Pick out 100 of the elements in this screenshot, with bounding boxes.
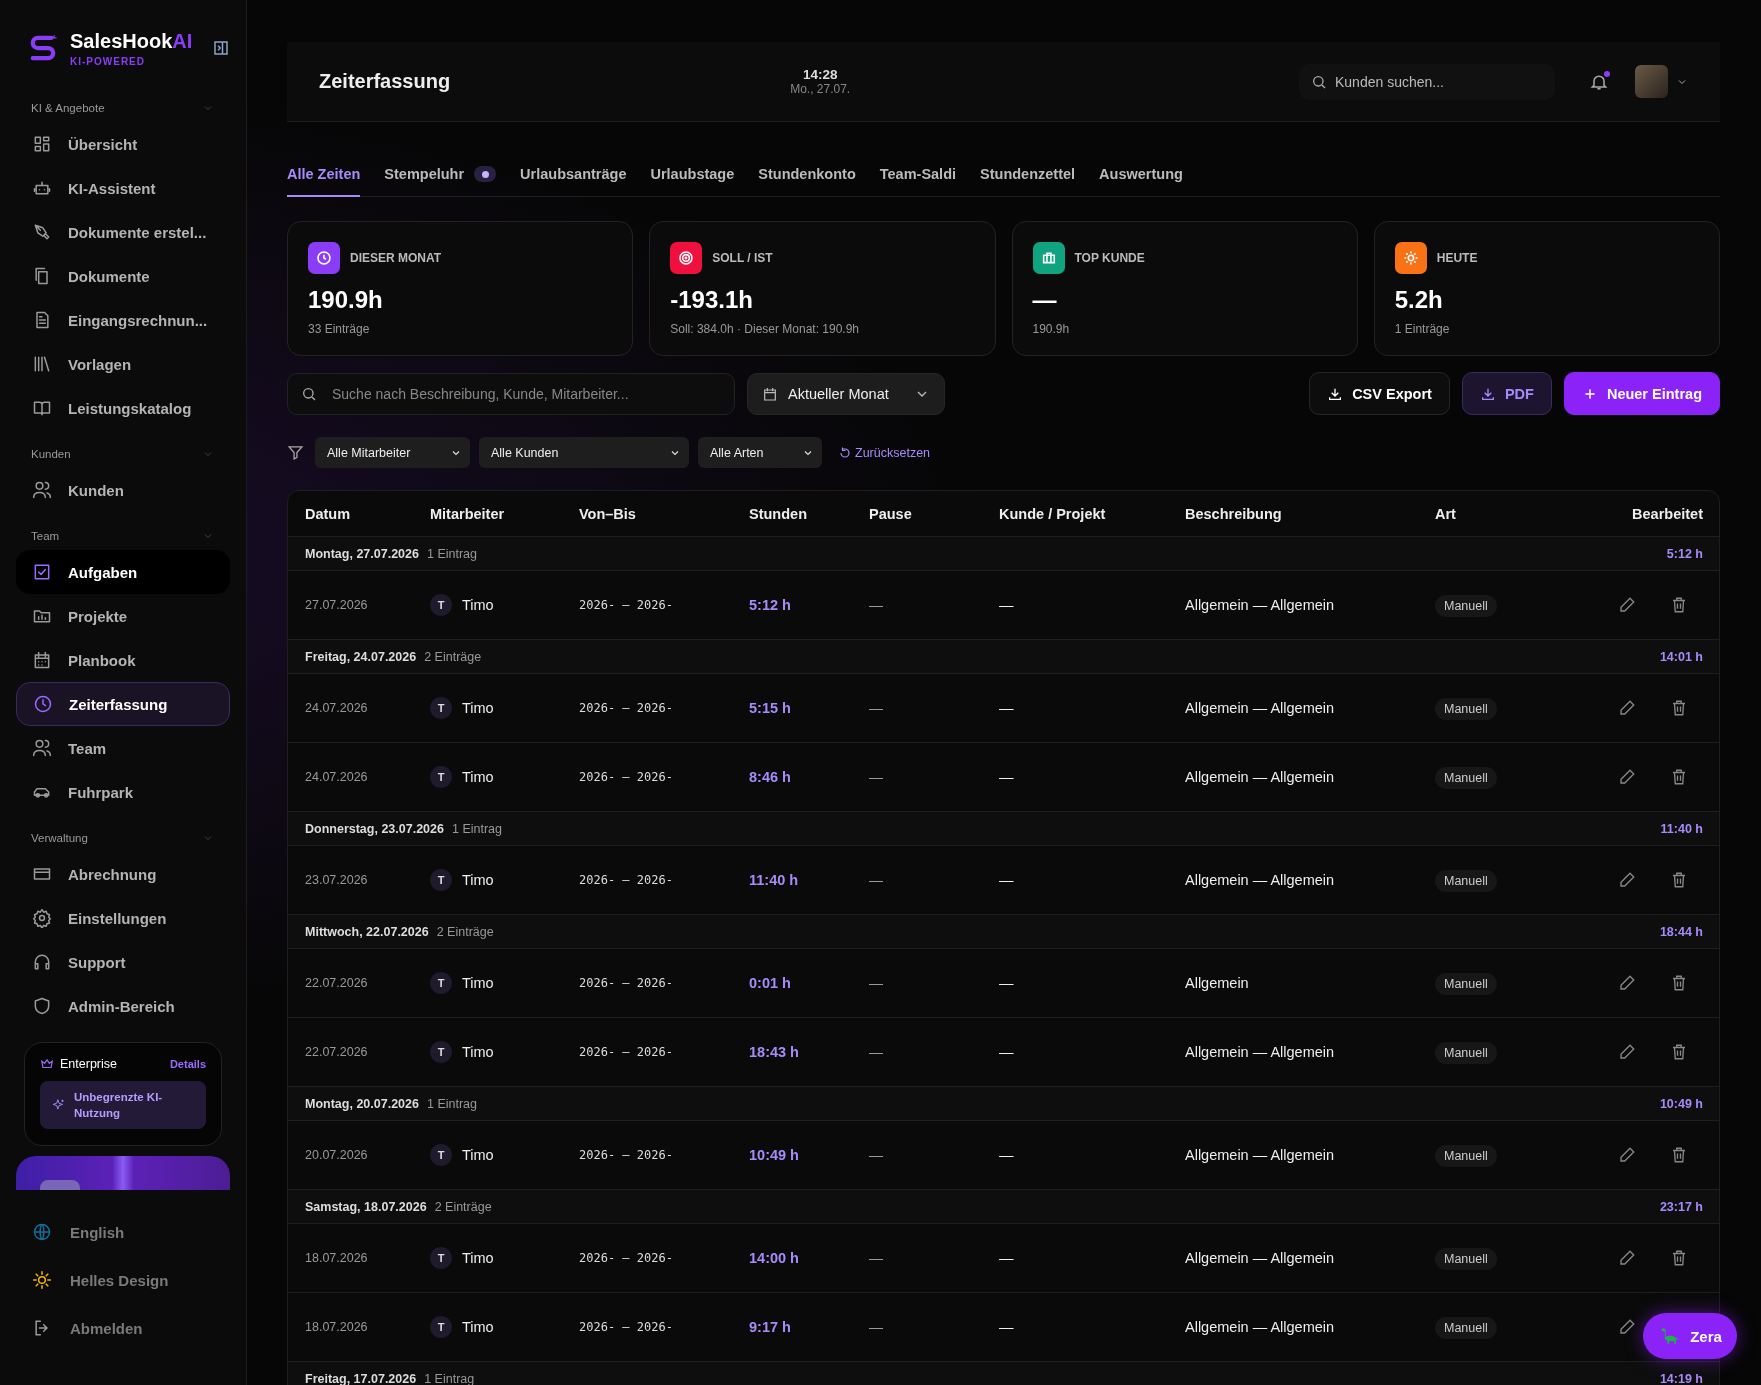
- nav-item[interactable]: Projekte: [16, 594, 230, 638]
- action-button[interactable]: CSV Export: [1309, 372, 1450, 415]
- edit-icon[interactable]: [1618, 768, 1636, 786]
- avatar-initial: T: [430, 697, 452, 719]
- crown-icon: [40, 1057, 54, 1071]
- edit-icon[interactable]: [1618, 871, 1636, 889]
- employee-name: Timo: [462, 975, 494, 991]
- delete-icon[interactable]: [1670, 974, 1688, 992]
- users-icon: [32, 738, 52, 758]
- day-total: 14:01 h: [1659, 649, 1703, 664]
- pen-nib-icon: [32, 222, 52, 242]
- action-button[interactable]: PDF: [1461, 372, 1552, 415]
- edit-icon[interactable]: [1618, 974, 1636, 992]
- nav-item[interactable]: Dokumente erstel...: [16, 210, 230, 254]
- tab[interactable]: Stundenkonto: [758, 156, 856, 197]
- headphones-icon: [32, 952, 52, 972]
- search-icon: [1311, 73, 1327, 90]
- nav-item[interactable]: Leistungskatalog: [16, 386, 230, 430]
- details-link[interactable]: Details: [169, 1058, 206, 1070]
- delete-icon[interactable]: [1670, 768, 1688, 786]
- nav-item[interactable]: Aufgaben: [16, 550, 230, 594]
- edit-icon[interactable]: [1618, 1043, 1636, 1061]
- nav-item[interactable]: Kunden: [16, 468, 230, 512]
- table-cell-text: —: [999, 597, 1015, 613]
- reset-link[interactable]: Zurücksetzen: [839, 445, 931, 460]
- calendar-icon: [762, 385, 778, 402]
- entry-count: 2 Einträge: [434, 1199, 492, 1214]
- search-field[interactable]: Suche nach Beschreibung, Kunde, Mitarbeiter...: [287, 372, 735, 415]
- clock-icon: [33, 694, 53, 714]
- delete-icon[interactable]: [1670, 1043, 1688, 1061]
- filter-dropdown[interactable]: Alle Kunden: [479, 437, 689, 468]
- footer-item[interactable]: English: [16, 1208, 230, 1257]
- avatar-initial: T: [430, 1316, 452, 1338]
- nav-item[interactable]: Support: [16, 940, 230, 984]
- reset-icon: [839, 446, 851, 459]
- period-dropdown[interactable]: Aktueller Monat: [747, 372, 945, 415]
- nav-item[interactable]: KI-Assistent: [16, 166, 230, 210]
- feature-text: Unbegrenzte KI-Nutzung: [74, 1090, 164, 1122]
- sun-icon: [32, 1270, 52, 1291]
- nav-item[interactable]: Dokumente: [16, 254, 230, 298]
- type-tag: Manuell: [1435, 973, 1497, 995]
- filter-dropdown[interactable]: Alle Arten: [698, 437, 822, 468]
- delete-icon[interactable]: [1670, 1146, 1688, 1164]
- assistant-button[interactable]: Zera: [1643, 1313, 1737, 1359]
- plan-name: Enterprise: [60, 1057, 118, 1071]
- nav-item[interactable]: Eingangsrechnun...: [16, 298, 230, 342]
- tab[interactable]: Auswertung: [1099, 156, 1183, 197]
- brand-tagline: KI-POWERED: [70, 55, 146, 67]
- table-cell-text: —: [999, 700, 1015, 716]
- tab[interactable]: Urlaubsanträge: [520, 156, 627, 197]
- delete-icon[interactable]: [1670, 871, 1688, 889]
- footer-item[interactable]: Helles Design: [16, 1256, 230, 1305]
- delete-icon[interactable]: [1670, 1249, 1688, 1267]
- nav-item[interactable]: Team: [16, 726, 230, 770]
- section-title: KI & Angebote: [31, 102, 105, 114]
- hours-cell-text: 5:15 h: [749, 700, 792, 716]
- stat-caption: 33 Einträge: [308, 322, 371, 336]
- day-label: Donnerstag, 23.07.2026: [305, 821, 444, 836]
- delete-icon[interactable]: [1670, 699, 1688, 717]
- footer-item[interactable]: Abmelden: [16, 1304, 230, 1353]
- hours-cell-text: 0:01 h: [749, 975, 792, 991]
- table-cell-text: 2026- – 2026-: [579, 1320, 674, 1334]
- action-button[interactable]: Neuer Eintrag: [1563, 372, 1720, 415]
- nav-item[interactable]: Übersicht: [16, 122, 230, 166]
- sidebar-toggle-icon[interactable]: [212, 39, 230, 57]
- edit-icon[interactable]: [1618, 1146, 1636, 1164]
- nav-item[interactable]: Abrechnung: [16, 852, 230, 896]
- avatar-photo-placeholder[interactable]: [1635, 65, 1668, 98]
- type-tag: Manuell: [1435, 1042, 1497, 1064]
- nav-item[interactable]: Planbook: [16, 638, 230, 682]
- edit-icon[interactable]: [1618, 699, 1636, 717]
- tab[interactable]: Stundenzettel: [980, 156, 1076, 197]
- table-cell-text: Allgemein — Allgemein: [1185, 700, 1336, 716]
- table-cell-text: 2026- – 2026-: [579, 770, 674, 784]
- day-total: 23:17 h: [1659, 1199, 1703, 1214]
- delete-icon[interactable]: [1670, 596, 1688, 614]
- stat-caption: 190.9h: [1032, 322, 1071, 336]
- shield-icon: [32, 996, 52, 1016]
- day-label: Samstag, 18.07.2026: [305, 1199, 427, 1214]
- nav-item[interactable]: Zeiterfassung: [16, 682, 230, 726]
- nav-item[interactable]: Admin-Bereich: [16, 984, 230, 1028]
- nav-item[interactable]: Einstellungen: [16, 896, 230, 940]
- search-field[interactable]: Kunden suchen...: [1299, 63, 1555, 100]
- filter-dropdown[interactable]: Alle Mitarbeiter: [315, 437, 470, 468]
- table-cell-text: 2026- – 2026-: [579, 598, 674, 612]
- tab[interactable]: Alle Zeiten: [287, 156, 361, 197]
- edit-icon[interactable]: [1618, 1318, 1636, 1336]
- avatar-initial: T: [430, 1144, 452, 1166]
- edit-icon[interactable]: [1618, 596, 1636, 614]
- edit-icon[interactable]: [1618, 1249, 1636, 1267]
- checkbox-icon: [32, 562, 52, 582]
- tab[interactable]: Team-Saldi: [879, 156, 957, 197]
- hours-cell-text: 8:46 h: [749, 769, 792, 785]
- nav-item[interactable]: Vorlagen: [16, 342, 230, 386]
- table-cell-text: 22.07.2026: [305, 1045, 369, 1059]
- tab[interactable]: Urlaubstage: [650, 156, 735, 197]
- column-header: Beschreibung: [1185, 505, 1283, 522]
- library-icon: [32, 354, 52, 374]
- nav-item[interactable]: Fuhrpark: [16, 770, 230, 814]
- tab[interactable]: Stempeluhr: [384, 156, 497, 197]
